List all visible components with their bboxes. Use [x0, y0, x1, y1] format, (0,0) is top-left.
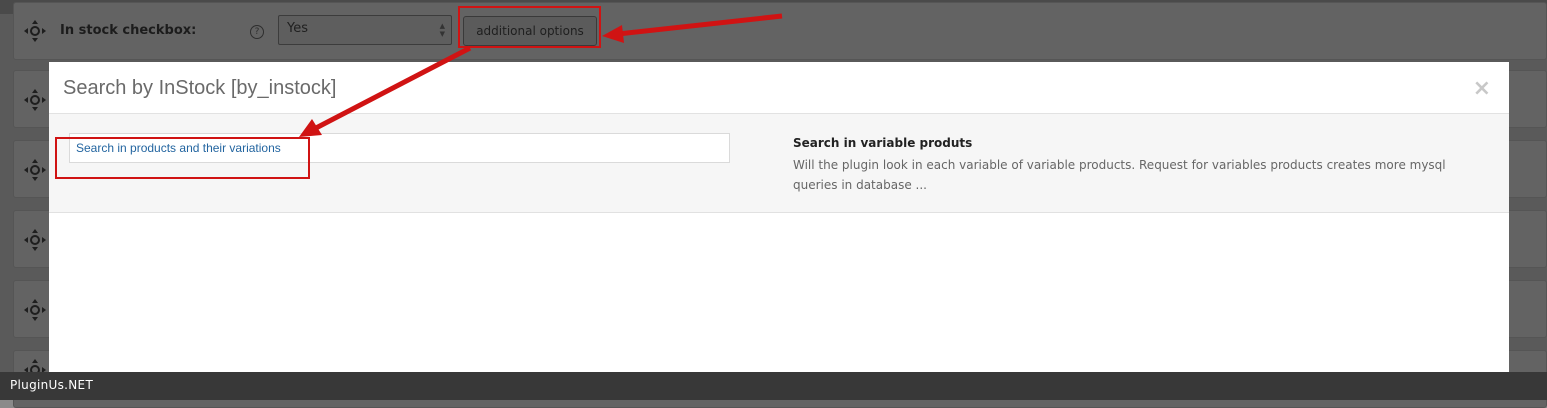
highlight-box-option-value — [55, 137, 310, 179]
footer-bar: PluginUs.NET — [0, 372, 1547, 400]
option-title: Search in variable produts — [793, 136, 973, 150]
instock-select[interactable]: Yes ▲ ▼ — [278, 15, 452, 45]
close-icon[interactable]: × — [1473, 76, 1491, 101]
help-icon[interactable]: ? — [250, 25, 264, 39]
move-icon[interactable] — [24, 299, 46, 321]
modal-dialog: Search by InStock [by_instock] × Search … — [49, 62, 1509, 372]
select-arrows-icon: ▲ ▼ — [439, 22, 445, 38]
footer-brand: PluginUs.NET — [10, 378, 94, 392]
move-icon[interactable] — [24, 20, 46, 42]
modal-header: Search by InStock [by_instock] × — [49, 62, 1509, 114]
row-label: In stock checkbox: — [60, 23, 197, 38]
option-description: Will the plugin look in each variable of… — [793, 158, 1446, 192]
modal-title: Search by InStock [by_instock] — [63, 77, 337, 99]
select-value: Yes — [287, 21, 308, 36]
move-icon[interactable] — [24, 229, 46, 251]
move-icon[interactable] — [24, 89, 46, 111]
move-icon[interactable] — [24, 159, 46, 181]
highlight-box-additional-options — [458, 6, 601, 48]
filter-row-instock: In stock checkbox: ? Yes ▲ ▼ additional o… — [13, 2, 1547, 60]
